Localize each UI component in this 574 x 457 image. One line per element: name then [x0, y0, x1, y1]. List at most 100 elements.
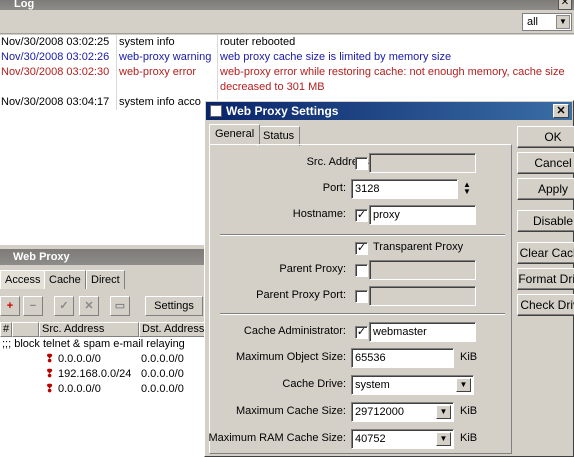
log-time: Nov/30/2008 03:04:17 [0, 95, 117, 110]
row-src: 0.0.0.0/0 [58, 353, 101, 365]
cache-administrator-field[interactable]: webmaster [369, 322, 476, 342]
table-row[interactable]: ❢ 192.168.0.0/24 0.0.0.0/0 [0, 368, 205, 381]
transparent-proxy-checkbox[interactable]: ✓ [355, 242, 368, 255]
tab-cache[interactable]: Cache [44, 270, 86, 289]
max-ram-cache-size-value: 40752 [355, 433, 386, 445]
chevron-down-icon[interactable]: ▼ [436, 432, 451, 446]
log-window-title: Log [0, 0, 574, 10]
max-cache-size-unit: KiB [460, 405, 478, 417]
chevron-down-icon[interactable]: ▼ [436, 405, 451, 419]
cache-drive-select[interactable]: system ▼ [351, 375, 474, 395]
disable-button[interactable]: ✕ [79, 296, 99, 316]
rule-comment: ;;; block telnet & spam e-mail relaying [2, 338, 185, 350]
column-header-number[interactable]: # [0, 322, 12, 337]
window-icon [210, 105, 222, 117]
tab-direct[interactable]: Direct [86, 270, 125, 289]
column-header-dst[interactable]: Dst. Address [139, 322, 205, 337]
general-panel: Src. Address: Port: 3128 ▲ ▼ Hostname: ✓ … [208, 144, 512, 454]
row-src: 192.168.0.0/24 [58, 368, 132, 380]
row-dst: 0.0.0.0/0 [141, 353, 184, 365]
comment-button[interactable]: ▭ [110, 296, 130, 316]
divider [220, 313, 505, 315]
cache-administrator-label: Cache Administrator: [243, 325, 346, 337]
log-message: web-proxy error while restoring cache: n… [220, 66, 565, 78]
pin-icon: ❢ [45, 368, 55, 380]
log-topic: system info acco [118, 95, 218, 110]
log-filter-select[interactable]: all ▼ [522, 13, 572, 31]
tab-access[interactable]: Access [0, 270, 46, 289]
access-rule-list: # Src. Address Dst. Address ;;; block te… [0, 322, 205, 457]
table-row[interactable]: ❢ 0.0.0.0/0 0.0.0.0/0 [0, 353, 205, 366]
close-button[interactable]: ✕ [553, 104, 569, 118]
apply-button[interactable]: Apply [517, 178, 574, 200]
dialog-title-bar[interactable]: Web Proxy Settings ✕ [206, 102, 572, 120]
log-time: Nov/30/2008 03:02:25 [0, 35, 117, 50]
webproxy-window-title: Web Proxy [0, 249, 205, 265]
log-message: web proxy cache size is limited by memor… [220, 51, 452, 63]
column-header-src[interactable]: Src. Address [39, 322, 139, 337]
hostname-label: Hostname: [292, 208, 346, 220]
comment-row[interactable]: ;;; block telnet & spam e-mail relaying [0, 338, 205, 351]
row-src: 0.0.0.0/0 [58, 383, 101, 395]
max-cache-size-value: 29712000 [355, 406, 404, 418]
log-row[interactable]: Nov/30/2008 03:02:26 web-proxy warning w… [0, 50, 574, 65]
log-close-button[interactable]: ✕ [558, 0, 572, 10]
parent-proxy-port-field[interactable] [369, 286, 476, 306]
remove-button[interactable]: − [23, 296, 43, 316]
parent-proxy-port-label: Parent Proxy Port: [256, 289, 346, 301]
hostname-field[interactable]: proxy [369, 205, 476, 225]
log-topic: web-proxy warning [118, 50, 218, 65]
clear-cache-button[interactable]: Clear Cache [517, 242, 574, 264]
webproxy-tabs: Access Cache Direct [0, 268, 205, 290]
hostname-checkbox[interactable]: ✓ [355, 209, 368, 222]
format-drive-button[interactable]: Format Drive [517, 268, 574, 290]
src-address-checkbox[interactable] [355, 157, 368, 170]
parent-proxy-label: Parent Proxy: [279, 263, 346, 275]
transparent-proxy-label: Transparent Proxy [373, 241, 464, 253]
chevron-down-icon[interactable]: ▼ [456, 378, 471, 392]
ok-button[interactable]: OK [517, 126, 574, 148]
settings-button[interactable]: Settings [145, 296, 203, 316]
max-object-size-field[interactable]: 65536 [351, 348, 454, 368]
web-proxy-settings-dialog: Web Proxy Settings ✕ General Status Src.… [204, 100, 574, 457]
log-time: Nov/30/2008 03:02:30 [0, 65, 117, 95]
divider [220, 234, 505, 236]
add-button[interactable]: + [0, 296, 20, 316]
log-row[interactable]: Nov/30/2008 03:02:30 web-proxy error web… [0, 65, 574, 95]
parent-proxy-checkbox[interactable] [355, 264, 368, 277]
max-ram-cache-size-select[interactable]: 40752 ▼ [351, 429, 454, 449]
cache-administrator-checkbox[interactable]: ✓ [355, 326, 368, 339]
check-drive-button[interactable]: Check Drive [517, 294, 574, 316]
parent-proxy-field[interactable] [369, 260, 476, 280]
port-stepper-icon[interactable]: ▲ ▼ [463, 181, 471, 196]
max-object-size-unit: KiB [460, 351, 478, 363]
max-object-size-label: Maximum Object Size: [235, 351, 346, 363]
enable-button[interactable]: ✓ [54, 296, 74, 316]
log-message: router rebooted [220, 36, 296, 48]
log-time: Nov/30/2008 03:02:26 [0, 50, 117, 65]
pin-icon: ❢ [45, 383, 55, 395]
cache-drive-value: system [355, 379, 390, 391]
log-row[interactable]: Nov/30/2008 03:02:25 system info router … [0, 35, 574, 50]
log-topic: web-proxy error [118, 65, 218, 95]
tab-general[interactable]: General [209, 124, 261, 144]
tab-status[interactable]: Status [257, 126, 301, 146]
disable-button[interactable]: Disable [517, 210, 574, 232]
row-dst: 0.0.0.0/0 [141, 383, 184, 395]
max-ram-cache-size-unit: KiB [460, 432, 478, 444]
parent-proxy-port-checkbox[interactable] [355, 290, 368, 303]
max-cache-size-label: Maximum Cache Size: [235, 405, 346, 417]
port-field[interactable]: 3128 [351, 179, 458, 199]
row-dst: 0.0.0.0/0 [141, 368, 184, 380]
src-address-field[interactable] [369, 153, 476, 173]
dialog-title: Web Proxy Settings [226, 104, 339, 118]
port-label: Port: [322, 182, 346, 194]
column-header-flags[interactable] [12, 322, 39, 337]
table-row[interactable]: ❢ 0.0.0.0/0 0.0.0.0/0 [0, 383, 205, 396]
log-topic: system info [118, 35, 218, 50]
max-cache-size-select[interactable]: 29712000 ▼ [351, 402, 454, 422]
cache-drive-label: Cache Drive: [282, 378, 346, 390]
log-message-cont: decreased to 301 MB [220, 81, 325, 93]
chevron-down-icon[interactable]: ▼ [556, 15, 570, 29]
cancel-button[interactable]: Cancel [517, 152, 574, 174]
